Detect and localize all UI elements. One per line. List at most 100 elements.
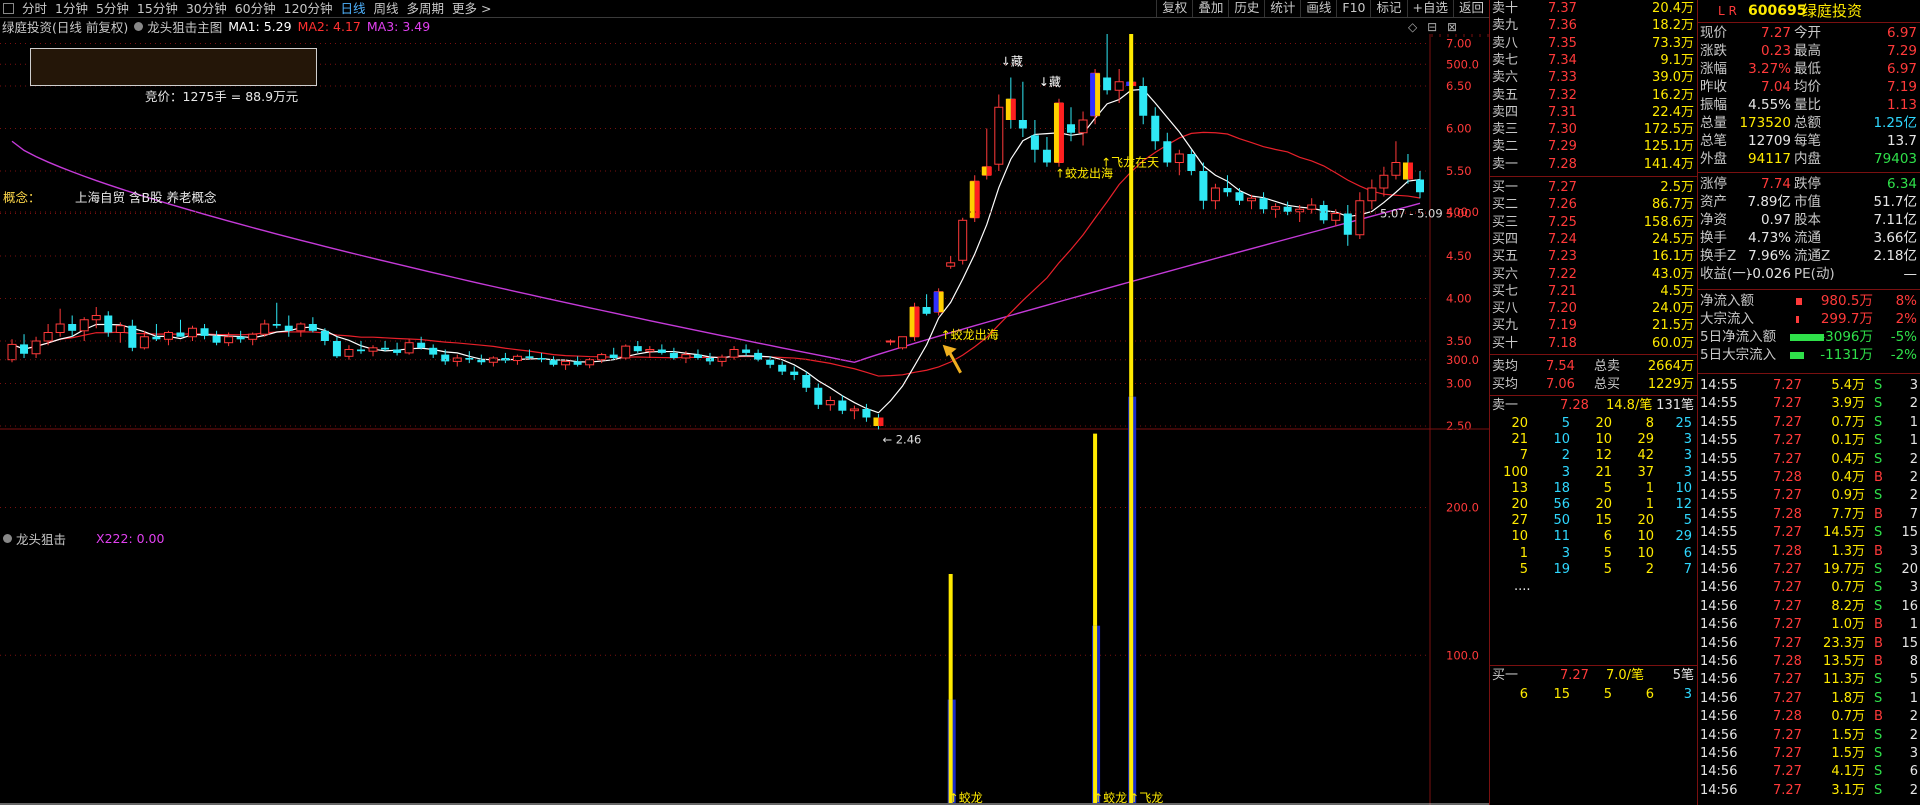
candle [417,336,426,350]
candle [742,344,751,357]
toolbar-btn-4[interactable]: 画线 [1300,0,1336,17]
sell-level-row[interactable]: 卖八 7.35 73.3万 [1490,35,1698,52]
period-tab-6[interactable]: 120分钟 [280,1,337,17]
capital-flow-row: 5日净流入额 -3096万 -5% [1698,329,1920,346]
diamond-icon[interactable]: ◇ [1408,20,1417,34]
candle [115,322,125,343]
sell-level-row[interactable]: 卖六 7.33 39.0万 [1490,69,1698,86]
queue-row: 13 18 5 1 10 [1490,480,1698,497]
sell-level-row-col-2: 141.4万 [1643,156,1694,172]
buy-level-row[interactable]: 买一 7.27 2.5万 [1490,179,1698,196]
sub-panel-settings-icon[interactable] [3,534,12,543]
period-tab-0[interactable]: 分时 [18,1,51,17]
buy-level-row[interactable]: 买五 7.23 16.1万 [1490,248,1698,265]
period-tab-10[interactable]: 更多 > [448,1,495,17]
candle-body [344,349,354,357]
queue-cell: 3 [1683,464,1692,480]
menu-toggle-icon[interactable] [3,3,14,14]
queue-row: 21 10 10 29 3 [1490,431,1698,448]
toolbar-btn-8[interactable]: 返回 [1452,0,1489,17]
sell-average-row-col-0: 卖均 [1492,359,1519,374]
sub-panel-title[interactable]: 龙头狙击 [16,529,66,548]
ma3-line [11,140,1421,363]
buy-level-row[interactable]: 买四 7.24 24.5万 [1490,231,1698,248]
toolbar-btn-0[interactable]: 复权 [1156,0,1192,17]
tick-count: 2 [1909,396,1918,412]
sell1-queue-header-col-2: 14.8/笔 [1606,398,1653,413]
fundamental-row-value2: 3.66亿 [1873,230,1917,246]
candle-body [104,315,113,333]
period-tab-8[interactable]: 周线 [370,1,403,17]
candle-body [1067,124,1076,133]
candle-body [296,323,306,332]
tick-time: 14:55 [1700,378,1738,393]
buy-level-row-col-1: 7.25 [1548,214,1577,230]
sell-level-row[interactable]: 卖四 7.31 22.4万 [1490,104,1698,121]
buy-level-row[interactable]: 买二 7.26 86.7万 [1490,196,1698,213]
candle [898,336,908,350]
tick-side: S [1874,746,1883,761]
tick-side: S [1874,433,1883,449]
flow-label: 净流入额 [1700,293,1754,309]
indicator-settings-icon[interactable] [134,21,144,31]
sell-level-row[interactable]: 卖一 7.28 141.4万 [1490,156,1698,173]
period-tab-3[interactable]: 15分钟 [133,1,182,17]
candle-body [152,336,161,340]
buy-level-row[interactable]: 买十 7.18 60.0万 [1490,335,1698,352]
toolbar-btn-5[interactable]: F10 [1336,0,1370,17]
candle [885,339,895,346]
tick-time: 14:56 [1700,746,1738,761]
buy-level-row-col-0: 买三 [1492,214,1519,230]
buy-level-row[interactable]: 买七 7.21 4.5万 [1490,283,1698,300]
tick-time: 14:56 [1700,672,1738,688]
signal-candle [1053,103,1064,163]
tick-count: 16 [1901,598,1918,614]
signal-candle [1005,98,1016,120]
sell-level-row[interactable]: 卖二 7.29 125.1万 [1490,138,1698,155]
signal-candle-left [1053,103,1059,163]
close-icon[interactable]: ⊠ [1447,20,1457,34]
sell-level-row[interactable]: 卖九 7.36 18.2万 [1490,17,1698,34]
candle-body [946,262,956,267]
toolbar-btn-1[interactable]: 叠加 [1192,0,1228,17]
flow-bar [1796,316,1799,323]
sell-level-row-col-1: 7.35 [1548,35,1577,51]
y-tick-label: 7.00 [1446,37,1472,51]
kline-chart[interactable]: 7.507.006.506.005.505.004.504.003.503.00… [0,34,1489,805]
period-tab-4[interactable]: 30分钟 [182,1,231,17]
period-tab-9[interactable]: 多周期 [403,1,449,17]
candle [1235,188,1244,205]
flow-percent: 2% [1895,311,1917,327]
concept-label: 概念： [3,190,41,205]
candle [778,361,787,375]
toolbar-btn-3[interactable]: 统计 [1264,0,1300,17]
queue-cell: 11 [1553,529,1570,545]
indicator-name[interactable]: 龙头狙击主图 [147,17,222,36]
tick-side: S [1874,451,1883,467]
signal-candle-right [914,307,920,337]
sell-level-row[interactable]: 卖七 7.34 9.1万 [1490,52,1698,69]
queue-cell: 37 [1637,464,1654,480]
period-tab-7[interactable]: 日线 [337,1,370,17]
queue-cell: 6 [1645,687,1654,702]
buy-level-row[interactable]: 买六 7.22 43.0万 [1490,266,1698,283]
buy-level-row[interactable]: 买三 7.25 158.6万 [1490,214,1698,231]
toolbar-btn-2[interactable]: 历史 [1228,0,1264,17]
period-tab-5[interactable]: 60分钟 [231,1,280,17]
period-tab-2[interactable]: 5分钟 [92,1,133,17]
buy-level-row[interactable]: 买九 7.19 21.5万 [1490,317,1698,334]
y-tick-label: 4.00 [1446,292,1472,306]
period-tab-1[interactable]: 1分钟 [51,1,92,17]
zoom-icon[interactable]: ⊟ [1427,20,1437,34]
toolbar-btn-7[interactable]: +自选 [1406,0,1453,17]
sell-level-row[interactable]: 卖五 7.32 16.2万 [1490,87,1698,104]
sell-level-row[interactable]: 卖三 7.30 172.5万 [1490,121,1698,138]
sell-level-row-col-0: 卖四 [1492,104,1519,120]
tick-time: 14:55 [1700,488,1738,504]
sell-level-row[interactable]: 卖十 7.37 20.4万 [1490,0,1698,17]
toolbar-btn-6[interactable]: 标记 [1370,0,1406,17]
buy-level-row[interactable]: 买八 7.20 24.0万 [1490,300,1698,317]
candle-body [1416,179,1424,193]
quote-row-value: 12709 [1748,133,1791,149]
fundamental-row: 换手 4.73% 流通 3.66亿 [1698,230,1920,247]
